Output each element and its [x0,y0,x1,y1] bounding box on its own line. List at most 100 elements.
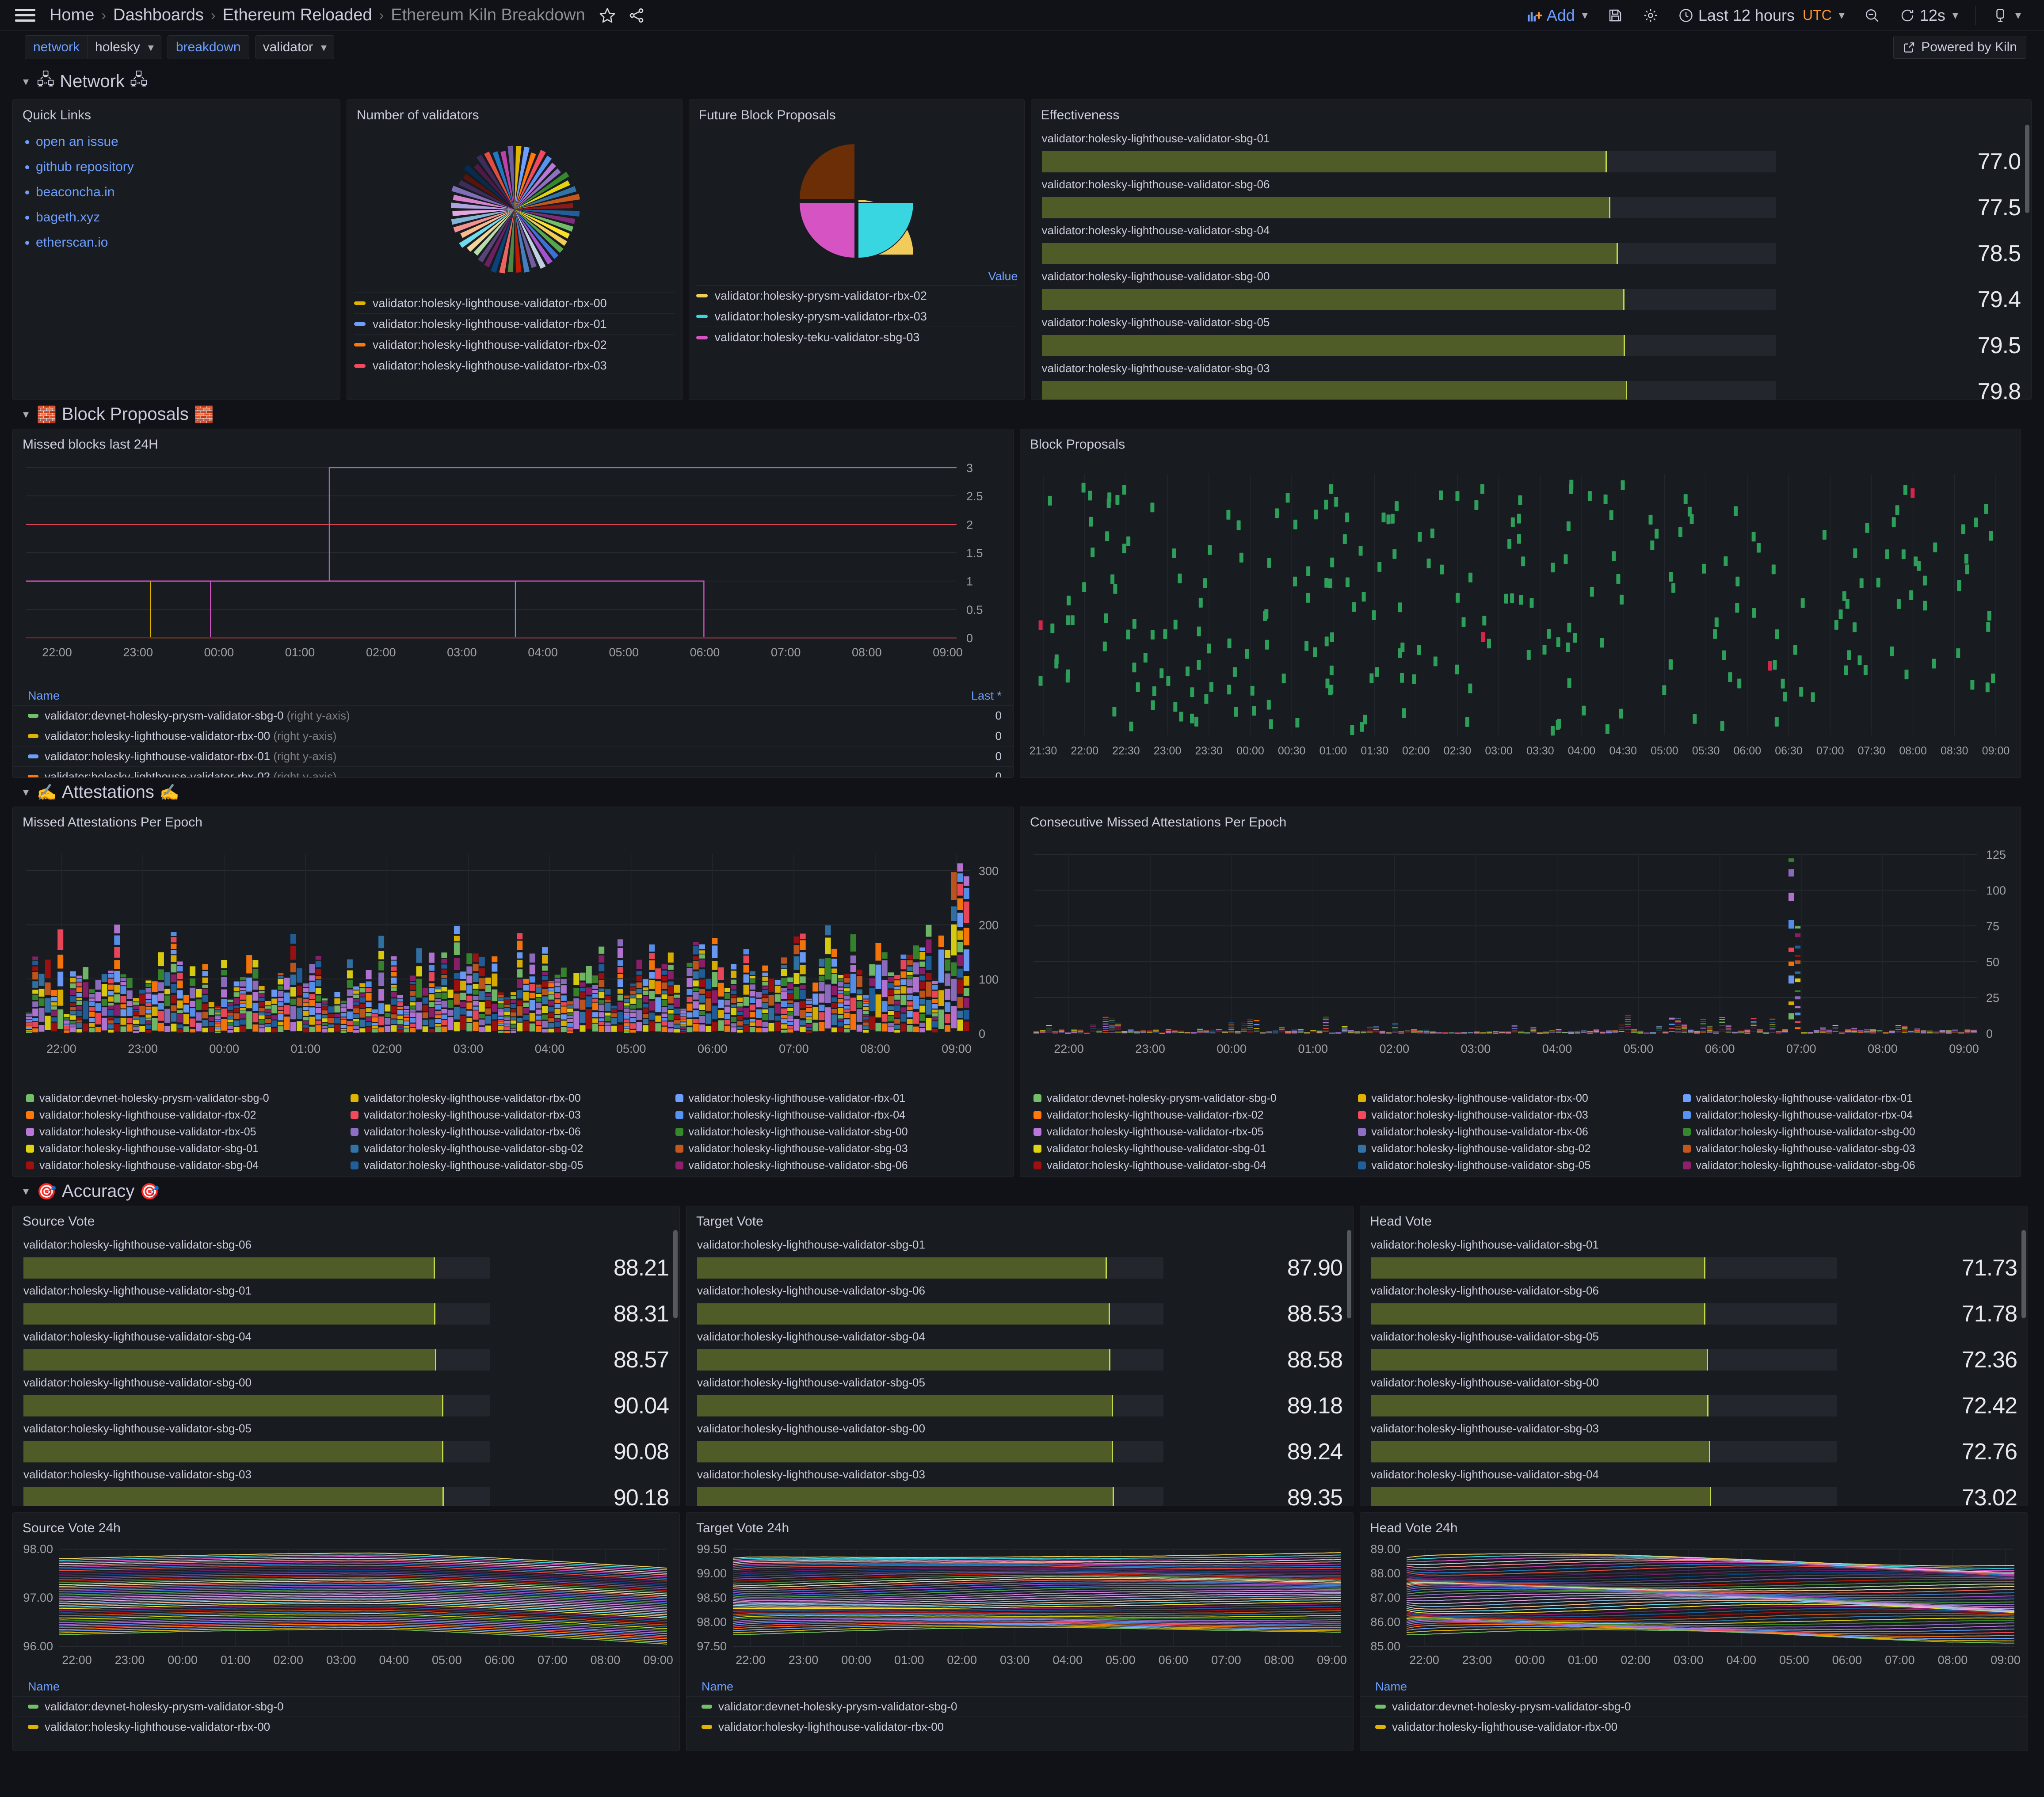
scatter-point[interactable] [1172,548,1176,558]
stacked-bar-segment[interactable] [101,974,107,982]
stacked-bar-segment[interactable] [793,956,800,970]
stacked-bar-segment[interactable] [724,1014,730,1019]
stacked-bar-segment[interactable] [831,1003,837,1008]
stacked-bar-segment[interactable] [693,1019,699,1023]
scatter-point[interactable] [1582,705,1586,716]
stacked-bar-segment[interactable] [554,1004,561,1008]
stacked-bar-segment[interactable] [731,979,737,984]
share-icon[interactable] [628,7,645,24]
stacked-bar-segment[interactable] [963,887,969,899]
stacked-bar-segment[interactable] [1795,955,1801,957]
stacked-bar-segment[interactable] [674,998,680,1007]
stacked-bar-segment[interactable] [466,1010,473,1017]
stacked-bar-segment[interactable] [548,988,554,991]
stacked-bar-segment[interactable] [800,965,806,975]
stacked-bar-segment[interactable] [932,1004,938,1009]
stacked-bar-segment[interactable] [1788,961,1794,966]
scatter-point[interactable] [1400,673,1404,683]
stacked-bar-segment[interactable] [164,995,171,1006]
stacked-bar-segment[interactable] [378,951,385,959]
scatter-point[interactable] [1252,706,1256,716]
stacked-bar-segment[interactable] [334,1005,340,1013]
stacked-bar-segment[interactable] [667,971,674,980]
stacked-bar-segment[interactable] [196,999,202,1010]
stacked-bar-segment[interactable] [529,984,535,991]
stacked-bar-segment[interactable] [680,1027,686,1029]
stacked-bar-segment[interactable] [378,1016,385,1025]
scatter-point[interactable] [1662,685,1666,695]
scatter-point[interactable] [1668,659,1673,669]
scatter-point[interactable] [1895,505,1899,515]
stacked-bar-segment[interactable] [1788,975,1794,984]
stacked-bar-segment[interactable] [838,982,844,987]
stacked-bar-segment[interactable] [856,995,862,1000]
stacked-bar-segment[interactable] [781,991,787,999]
stacked-bar-segment[interactable] [919,999,926,1005]
stacked-bar-segment[interactable] [674,1024,680,1028]
stacked-bar-segment[interactable] [221,989,227,997]
stacked-bar-segment[interactable] [57,929,64,950]
stacked-bar-segment[interactable] [1511,1028,1518,1029]
scatter-point[interactable] [1163,629,1167,639]
stacked-bar-segment[interactable] [133,1024,139,1027]
stacked-bar-segment[interactable] [158,982,164,991]
stacked-bar-segment[interactable] [926,925,932,937]
stacked-bar-segment[interactable] [322,1023,328,1026]
stacked-bar-segment[interactable] [322,1010,328,1014]
stacked-bar-segment[interactable] [919,975,926,981]
stacked-bar-segment[interactable] [793,973,800,984]
legend-item[interactable]: validator:holesky-lighthouse-validator-r… [675,1090,1000,1107]
stacked-bar-segment[interactable] [1102,1030,1109,1031]
stacked-bar-segment[interactable] [548,1028,554,1033]
stacked-bar-segment[interactable] [215,1009,221,1012]
stacked-bar-segment[interactable] [774,986,781,993]
stacked-bar-segment[interactable] [435,986,441,989]
stacked-bar-segment[interactable] [806,1024,812,1027]
stacked-bar-segment[interactable] [108,971,114,973]
bar-gauge-row[interactable]: validator:holesky-lighthouse-validator-s… [23,1468,669,1506]
stacked-bar-segment[interactable] [183,1005,189,1013]
stacked-bar-segment[interactable] [171,994,177,1004]
stacked-bar-segment[interactable] [171,1005,177,1012]
stacked-bar-segment[interactable] [397,1002,403,1006]
stacked-bar-segment[interactable] [636,994,642,999]
legend-item[interactable]: validator:devnet-holesky-prysm-validator… [1360,1696,2028,1717]
stacked-bar-segment[interactable] [737,1007,743,1011]
stacked-bar-segment[interactable] [252,960,259,967]
scatter-point[interactable] [1360,722,1364,732]
stacked-bar-segment[interactable] [95,1013,101,1024]
stacked-bar-segment[interactable] [1530,1032,1537,1033]
stacked-bar-segment[interactable] [410,1018,416,1023]
stacked-bar-segment[interactable] [756,998,762,1008]
stacked-bar-segment[interactable] [693,988,699,991]
stacked-bar-segment[interactable] [328,1017,334,1024]
stacked-bar-segment[interactable] [76,1029,82,1033]
stacked-bar-segment[interactable] [114,1024,120,1032]
stacked-bar-segment[interactable] [428,983,435,987]
stacked-bar-segment[interactable] [1581,1030,1587,1031]
stacked-bar-segment[interactable] [517,933,523,940]
stacked-bar-segment[interactable] [737,997,743,1002]
stacked-bar-segment[interactable] [26,1030,32,1031]
scatter-point[interactable] [1650,540,1655,550]
stacked-bar-segment[interactable] [1247,1027,1253,1028]
stacked-bar-segment[interactable] [749,979,755,984]
stacked-bar-segment[interactable] [812,1022,819,1032]
scatter-point[interactable] [1400,642,1405,652]
stacked-bar-segment[interactable] [340,1013,347,1017]
stacked-bar-segment[interactable] [787,1004,793,1007]
scatter-point[interactable] [1208,545,1212,555]
stacked-bar-segment[interactable] [57,990,64,1006]
stacked-bar-segment[interactable] [334,992,340,997]
stacked-bar-segment[interactable] [1719,1025,1725,1026]
scatter-point[interactable] [1314,510,1318,520]
stacked-bar-segment[interactable] [221,970,227,976]
stacked-bar-segment[interactable] [743,949,749,955]
stacked-bar-segment[interactable] [70,989,76,995]
stacked-bar-segment[interactable] [781,1029,787,1033]
stacked-bar-segment[interactable] [762,972,768,976]
stacked-bar-segment[interactable] [32,994,38,1000]
stacked-bar-segment[interactable] [1902,1028,1908,1029]
stacked-bar-segment[interactable] [548,1001,554,1006]
stacked-bar-segment[interactable] [1612,1030,1618,1031]
